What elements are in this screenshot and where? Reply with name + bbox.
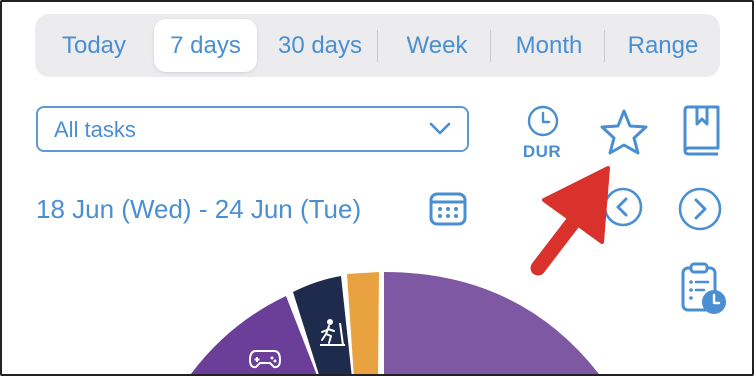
- tab-divider: [377, 30, 378, 62]
- tab-range[interactable]: Range: [613, 19, 713, 72]
- tab-week[interactable]: Week: [387, 19, 487, 72]
- chart-slice[interactable]: [384, 272, 602, 376]
- tab-30-days[interactable]: 30 days: [267, 19, 373, 72]
- tab-divider: [490, 30, 491, 62]
- tab-divider: [604, 30, 605, 62]
- calendar-icon[interactable]: [429, 189, 467, 227]
- chart-slice[interactable]: [347, 272, 379, 376]
- book-icon[interactable]: [680, 104, 724, 156]
- duration-label: DUR: [522, 142, 562, 161]
- tab-7-days[interactable]: 7 days: [154, 19, 257, 72]
- treadmill-icon: [316, 318, 348, 348]
- date-range-label[interactable]: 18 Jun (Wed) - 24 Jun (Tue): [36, 191, 361, 227]
- period-selector: Today 7 days 30 days Week Month Range: [35, 14, 720, 77]
- gamepad-icon: [248, 348, 282, 370]
- clock-icon: [526, 104, 560, 138]
- chevron-down-icon: [429, 121, 451, 137]
- chevron-right-icon[interactable]: [677, 186, 723, 232]
- task-filter-dropdown[interactable]: All tasks: [36, 106, 469, 152]
- task-filter-value: All tasks: [54, 117, 136, 142]
- star-icon[interactable]: [598, 108, 650, 156]
- task-time-chart: [2, 262, 752, 376]
- tab-month[interactable]: Month: [497, 19, 601, 72]
- red-arrow-annotation: [524, 160, 624, 284]
- tab-today[interactable]: Today: [44, 19, 144, 72]
- app-screen: Today 7 days 30 days Week Month Range Al…: [0, 0, 754, 376]
